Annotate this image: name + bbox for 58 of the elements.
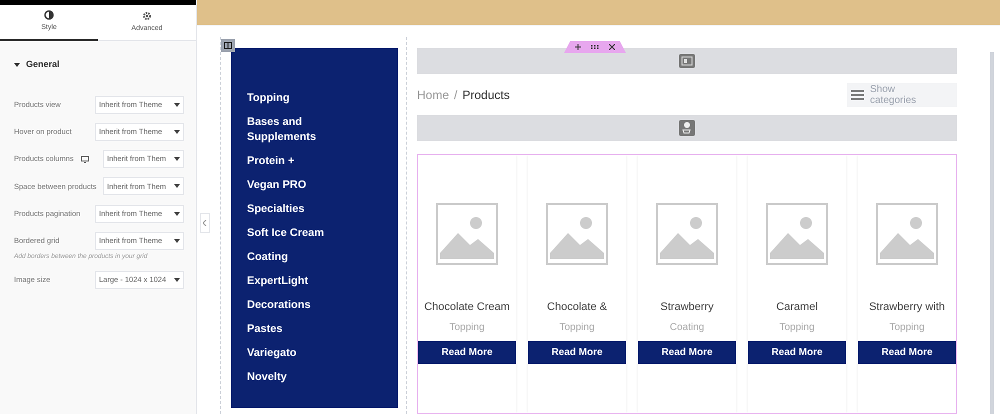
chevron-left-icon (203, 220, 207, 226)
product-category: Coating (670, 320, 704, 334)
add-icon[interactable] (575, 44, 581, 50)
settings-icon (142, 10, 152, 21)
category-link[interactable]: Bases and Supplements (247, 115, 337, 145)
columns-icon (224, 42, 232, 49)
category-link[interactable]: Vegan PRO (247, 178, 337, 193)
category-link[interactable]: Novelty (247, 370, 337, 385)
read-more-button[interactable]: Read More (638, 340, 736, 364)
caret-down-icon (174, 130, 180, 134)
close-icon[interactable] (609, 44, 615, 50)
product-name: Chocolate Cream (424, 300, 510, 315)
breadcrumb-current: Products (462, 86, 510, 104)
monitor-icon (80, 156, 89, 163)
cart-info-icon (679, 120, 695, 136)
product-category: Topping (559, 320, 595, 334)
widget-icon (679, 54, 695, 68)
read-more-button[interactable]: Read More (418, 340, 516, 364)
product-name: Strawberry with (869, 300, 945, 315)
product-name: Caramel (776, 300, 818, 315)
caret-down-icon (174, 184, 180, 188)
category-link[interactable]: Coating (247, 250, 337, 265)
category-link[interactable]: Specialties (247, 202, 337, 217)
menu-icon (851, 90, 864, 100)
read-more-button[interactable]: Read More (528, 340, 626, 364)
product-name: Strawberry (660, 300, 714, 315)
breadcrumb-separator: / (454, 86, 458, 104)
image-placeholder-icon (876, 203, 938, 265)
caret-down-icon (174, 102, 180, 106)
product-category: Topping (889, 320, 925, 334)
image-placeholder-icon (766, 203, 828, 265)
caret-down-icon (174, 278, 180, 282)
category-link[interactable]: Topping (247, 91, 337, 106)
contrast-icon (44, 10, 54, 20)
image-placeholder-icon (656, 203, 718, 265)
caret-down-icon (174, 157, 180, 162)
collapse-handle[interactable] (200, 213, 210, 233)
read-more-button[interactable]: Read More (748, 340, 846, 364)
product-category: Topping (449, 320, 485, 334)
caret-down-icon (14, 62, 20, 67)
scrollbar[interactable] (990, 52, 994, 414)
category-link[interactable]: ExpertLight (247, 274, 337, 289)
category-link[interactable]: Variegato (247, 346, 337, 361)
image-placeholder-icon (546, 203, 608, 265)
category-link[interactable]: Pastes (247, 322, 337, 337)
column-handle[interactable] (221, 39, 235, 52)
category-link[interactable]: Soft Ice Cream (247, 226, 337, 241)
read-more-button[interactable]: Read More (858, 340, 956, 364)
category-link[interactable]: Decorations (247, 298, 337, 313)
drag-icon[interactable] (591, 45, 599, 49)
caret-down-icon (174, 212, 180, 216)
product-name: Chocolate & (547, 300, 607, 315)
product-category: Topping (779, 320, 815, 334)
image-placeholder-icon (436, 203, 498, 265)
caret-down-icon (174, 238, 180, 243)
section-toggle[interactable]: General (0, 58, 60, 72)
section-handle[interactable] (564, 41, 626, 53)
category-link[interactable]: Protein + (247, 154, 337, 169)
